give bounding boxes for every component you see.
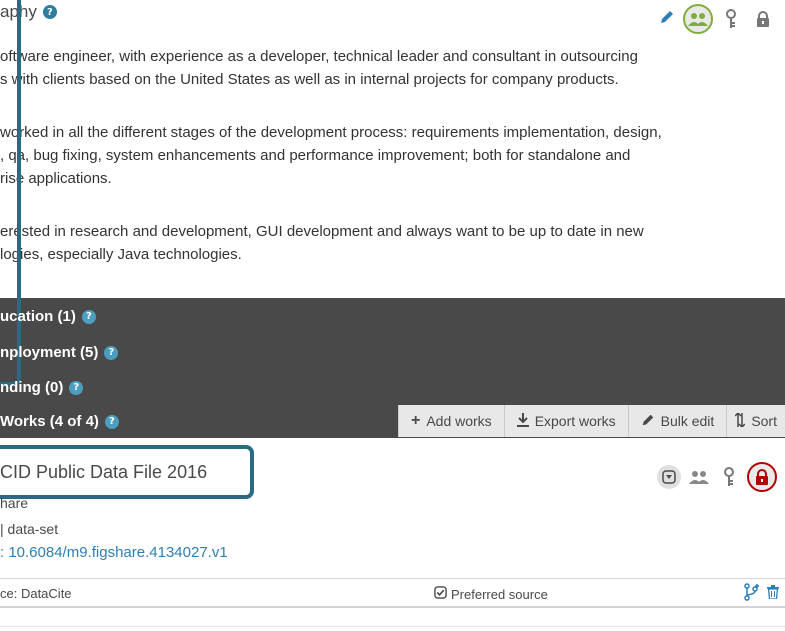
- help-icon[interactable]: ?: [42, 5, 57, 19]
- section-education[interactable]: ucation (1) ?: [0, 308, 96, 325]
- help-icon[interactable]: ?: [81, 309, 96, 324]
- export-works-button[interactable]: Export works: [503, 405, 628, 437]
- edit-pencil-icon[interactable]: [659, 9, 675, 30]
- section-works-label: Works (4 of 4): [0, 413, 99, 430]
- divider: [0, 626, 785, 627]
- highlight-frame-left: [0, 0, 21, 386]
- plus-icon: +: [410, 412, 421, 429]
- checkmark-badge-icon: [434, 586, 447, 602]
- expand-details-icon[interactable]: [657, 465, 681, 489]
- biography-paragraph-1: oftware engineer, with experience as a d…: [0, 45, 785, 91]
- work-footer-actions: [743, 583, 779, 606]
- preferred-source: Preferred source: [434, 586, 548, 602]
- biography-line: logies, especially Java technologies.: [0, 246, 242, 263]
- biography-line: , qa, bug fixing, system enhancements an…: [0, 147, 631, 164]
- section-works[interactable]: Works (4 of 4) ?: [0, 413, 119, 430]
- bulk-edit-button[interactable]: Bulk edit: [627, 405, 727, 437]
- visibility-selector: [683, 4, 777, 34]
- visibility-private-lock-icon[interactable]: [747, 462, 777, 492]
- works-toolbar: + Add works Export works Bulk edit Sort: [397, 405, 785, 437]
- biography-line: worked in all the different stages of th…: [0, 124, 662, 141]
- visibility-trusted-key-icon[interactable]: [717, 465, 741, 489]
- section-employment-label: nployment (5): [0, 344, 99, 361]
- help-icon[interactable]: ?: [69, 380, 84, 395]
- visibility-trusted-key-icon[interactable]: [717, 5, 745, 33]
- card-shadow: [0, 606, 785, 608]
- visibility-everyone-icon[interactable]: [683, 4, 713, 34]
- visibility-private-lock-icon[interactable]: [749, 5, 777, 33]
- help-icon[interactable]: ?: [104, 345, 119, 360]
- work-type: | data-set: [0, 521, 59, 537]
- biography-tools: [659, 4, 777, 34]
- biography-line: oftware engineer, with experience as a d…: [0, 48, 638, 65]
- add-works-button[interactable]: + Add works: [397, 405, 504, 437]
- sort-arrows-icon: [734, 411, 746, 430]
- work-source: ce: DataCite: [0, 586, 72, 601]
- biography-line: erested in research and development, GUI…: [0, 223, 644, 240]
- help-icon[interactable]: ?: [104, 414, 119, 429]
- biography-paragraph-2: worked in all the different stages of th…: [0, 121, 785, 190]
- pencil-icon: [641, 413, 655, 430]
- biography-line: s with clients based on the United State…: [0, 71, 619, 88]
- section-employment[interactable]: nployment (5) ?: [0, 344, 119, 361]
- work-footer: [0, 578, 785, 609]
- section-funding-label: nding (0): [0, 379, 64, 396]
- versions-branch-icon[interactable]: [743, 583, 761, 606]
- work-doi-link[interactable]: : 10.6084/m9.figshare.4134027.v1: [0, 544, 228, 561]
- sort-button[interactable]: Sort: [726, 405, 785, 437]
- download-icon: [516, 412, 529, 430]
- biography-paragraph-3: erested in research and development, GUI…: [0, 220, 785, 266]
- work-title[interactable]: CID Public Data File 2016: [0, 462, 207, 483]
- biography-line: rise applications.: [0, 170, 112, 187]
- section-funding[interactable]: nding (0) ?: [0, 379, 84, 396]
- work-tools: [657, 462, 777, 492]
- visibility-everyone-icon[interactable]: [687, 465, 711, 489]
- section-education-label: ucation (1): [0, 308, 76, 325]
- work-journal: hare: [0, 495, 29, 511]
- trash-icon[interactable]: [767, 585, 779, 604]
